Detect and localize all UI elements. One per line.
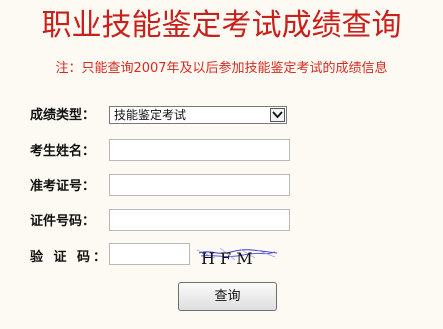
query-note: 注：只能查询2007年及以后参加技能鉴定考试的成绩信息 [55,61,388,76]
admission-number-label: 准考证号： [30,179,96,194]
captcha-image[interactable]: H F M [195,240,279,268]
score-type-label: 成绩类型： [30,108,96,123]
score-type-selected-value: 技能鉴定考试 [114,108,187,122]
captcha-image-text: H F M [201,249,253,268]
candidate-name-input[interactable] [109,139,290,161]
admission-number-input[interactable] [109,174,290,196]
query-button[interactable]: 查询 [178,282,277,311]
id-number-input[interactable] [109,209,290,231]
chevron-down-icon[interactable] [270,108,285,122]
page-title: 职业技能鉴定考试成绩查询 [41,8,402,43]
captcha-input[interactable] [109,243,190,265]
id-number-label: 证件号码： [30,214,96,229]
score-type-select[interactable]: 技能鉴定考试 [109,106,287,124]
captcha-label: 验 证 码： [30,250,110,265]
candidate-name-label: 考生姓名： [30,144,96,159]
